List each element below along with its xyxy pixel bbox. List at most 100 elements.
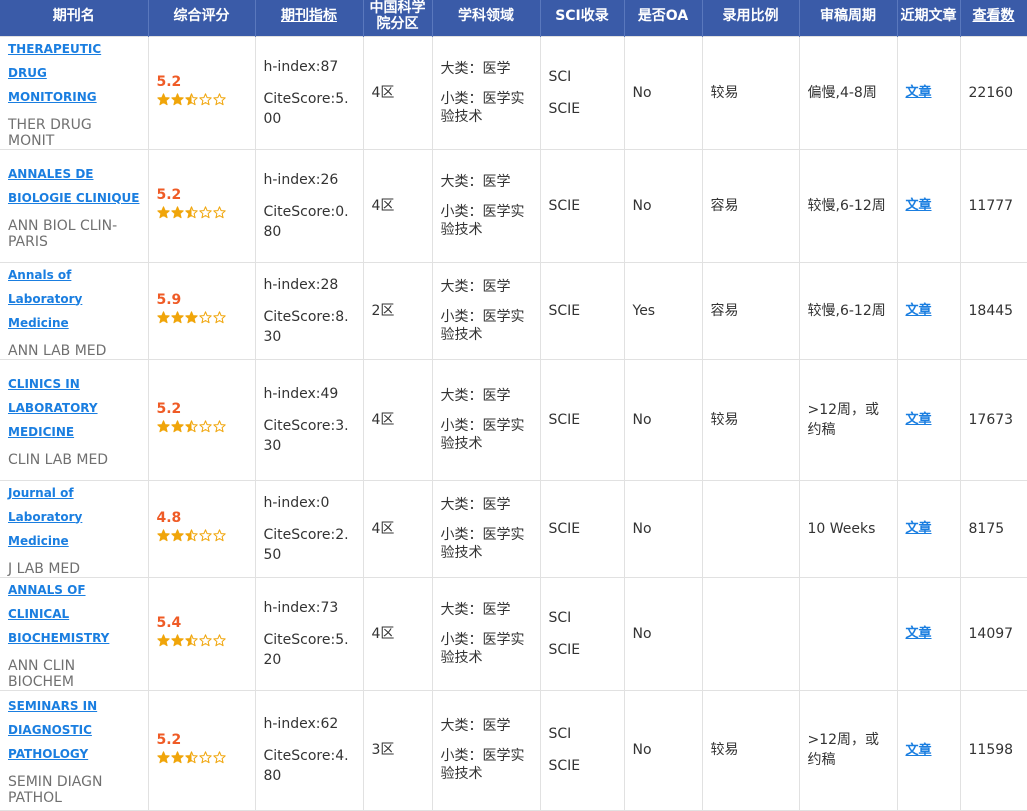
oa-status: No	[623, 148, 703, 263]
major-category: 大类：医学	[440, 173, 511, 190]
header-views[interactable]: 查看数	[960, 0, 1027, 36]
table-row: SEMINARS IN DIAGNOSTIC PATHOLOGY SEMIN D…	[0, 689, 1027, 811]
star-full-icon	[170, 750, 184, 764]
field-cell: 大类：医学 小类：医学实验技术	[431, 148, 541, 263]
star-full-icon	[170, 93, 184, 106]
table-row: Journal of Laboratory Medicine J LAB MED…	[0, 479, 1027, 578]
journal-name-link[interactable]: SEMINARS IN DIAGNOSTIC PATHOLOGY	[8, 694, 140, 766]
recent-article-link[interactable]: 文章	[906, 521, 932, 536]
acceptance-rate	[701, 576, 800, 691]
star-empty-icon	[212, 634, 226, 647]
journal-abbreviation: ANN LAB MED	[8, 342, 107, 359]
rating-stars	[156, 93, 247, 114]
sci-cell: SCI SCIE	[539, 576, 625, 691]
oa-status: No	[623, 479, 703, 578]
sci-cell: SCI SCIE	[539, 689, 625, 811]
recent-article-link[interactable]: 文章	[906, 303, 932, 318]
recent-article-link[interactable]: 文章	[906, 626, 932, 641]
star-full-icon	[156, 750, 170, 764]
star-half-icon	[184, 93, 198, 106]
rating-stars	[156, 206, 247, 227]
h-index: h-index:0	[263, 494, 330, 511]
journal-name-cell: CLINICS IN LABORATORY MEDICINE CLIN LAB …	[0, 358, 149, 481]
star-empty-icon	[212, 93, 226, 106]
review-period: 较慢,6-12周	[798, 148, 898, 263]
rating-cell: 5.4	[147, 576, 256, 691]
journal-name-link[interactable]: Annals of Laboratory Medicine	[8, 263, 140, 335]
rating-score: 4.8	[156, 510, 182, 526]
journal-abbreviation: ANN BIOL CLIN-PARIS	[8, 217, 118, 250]
acceptance-rate: 容易	[701, 148, 800, 263]
header-metrics[interactable]: 期刊指标	[255, 0, 364, 36]
sci-cell: SCIE	[539, 261, 625, 360]
recent-article-link[interactable]: 文章	[906, 85, 932, 100]
review-period	[798, 576, 898, 691]
star-empty-icon	[212, 529, 226, 542]
star-empty-icon	[198, 634, 212, 647]
header-metrics-link[interactable]: 期刊指标	[281, 8, 337, 24]
review-period: >12周，或约稿	[798, 358, 898, 481]
rating-stars	[156, 311, 247, 332]
header-views-link[interactable]: 查看数	[973, 8, 1015, 24]
recent-article-cell: 文章	[896, 35, 961, 150]
sci-cell: SCIE	[539, 148, 625, 263]
sci-index-entry: SCIE	[548, 520, 581, 537]
view-count: 11598	[959, 689, 1027, 811]
journal-abbreviation: THER DRUG MONIT	[8, 116, 92, 149]
recent-article-cell: 文章	[896, 689, 961, 811]
journal-name-link[interactable]: CLINICS IN LABORATORY MEDICINE	[8, 372, 140, 444]
journal-name-link[interactable]: Journal of Laboratory Medicine	[8, 481, 140, 553]
review-period: 偏慢,4-8周	[798, 35, 898, 150]
h-index: h-index:28	[263, 276, 339, 293]
table-row: ANNALS OF CLINICAL BIOCHEMISTRY ANN CLIN…	[0, 576, 1027, 691]
sci-index-entry: SCIE	[548, 197, 581, 214]
major-category: 大类：医学	[440, 718, 511, 734]
view-count: 17673	[959, 358, 1027, 481]
rating-score: 5.2	[156, 74, 182, 90]
rating-score: 5.2	[156, 401, 182, 417]
major-category: 大类：医学	[440, 60, 511, 77]
recent-article-link[interactable]: 文章	[906, 198, 932, 213]
header-field: 学科领域	[432, 0, 541, 36]
sci-index-entry: SCIE	[548, 302, 581, 319]
oa-status: No	[623, 35, 703, 150]
major-category: 大类：医学	[440, 278, 511, 295]
sci-index-entry: SCIE	[548, 100, 581, 117]
star-empty-icon	[198, 311, 212, 324]
acceptance-rate: 较易	[701, 35, 800, 150]
field-cell: 大类：医学 小类：医学实验技术	[431, 689, 541, 811]
view-count: 14097	[959, 576, 1027, 691]
star-half-icon	[184, 634, 198, 647]
metrics-cell: h-index:26 CiteScore:0.80	[254, 148, 364, 263]
cas-zone: 4区	[362, 358, 433, 481]
metrics-cell: h-index:49 CiteScore:3.30	[254, 358, 364, 481]
recent-article-link[interactable]: 文章	[906, 743, 932, 758]
header-review: 审稿周期	[799, 0, 898, 36]
sci-cell: SCI SCIE	[539, 35, 625, 150]
table-row: ANNALES DE BIOLOGIE CLINIQUE ANN BIOL CL…	[0, 148, 1027, 263]
cas-zone: 4区	[362, 479, 433, 578]
star-empty-icon	[198, 420, 212, 433]
oa-status: No	[623, 358, 703, 481]
recent-article-link[interactable]: 文章	[906, 412, 932, 427]
minor-category: 小类：医学实验技术	[440, 308, 525, 343]
major-category: 大类：医学	[440, 496, 511, 513]
journal-name-link[interactable]: ANNALES DE BIOLOGIE CLINIQUE	[8, 162, 140, 210]
journal-name-link[interactable]: ANNALS OF CLINICAL BIOCHEMISTRY	[8, 578, 140, 650]
star-full-icon	[170, 311, 184, 324]
acceptance-rate: 容易	[701, 261, 800, 360]
metrics-cell: h-index:0 CiteScore:2.50	[254, 479, 364, 578]
rating-stars	[156, 420, 247, 441]
journal-name-link[interactable]: THERAPEUTIC DRUG MONITORING	[8, 37, 140, 109]
header-oa: 是否OA	[624, 0, 703, 36]
star-half-icon	[184, 420, 198, 433]
star-half-icon	[184, 529, 198, 542]
journal-abbreviation: SEMIN DIAGN PATHOL	[8, 774, 103, 806]
oa-status: No	[623, 576, 703, 691]
acceptance-rate: 较易	[701, 689, 800, 811]
star-full-icon	[156, 311, 170, 324]
h-index: h-index:26	[263, 171, 339, 188]
journal-name-cell: Journal of Laboratory Medicine J LAB MED	[0, 479, 149, 578]
oa-status: Yes	[623, 261, 703, 360]
star-half-icon	[184, 750, 198, 764]
